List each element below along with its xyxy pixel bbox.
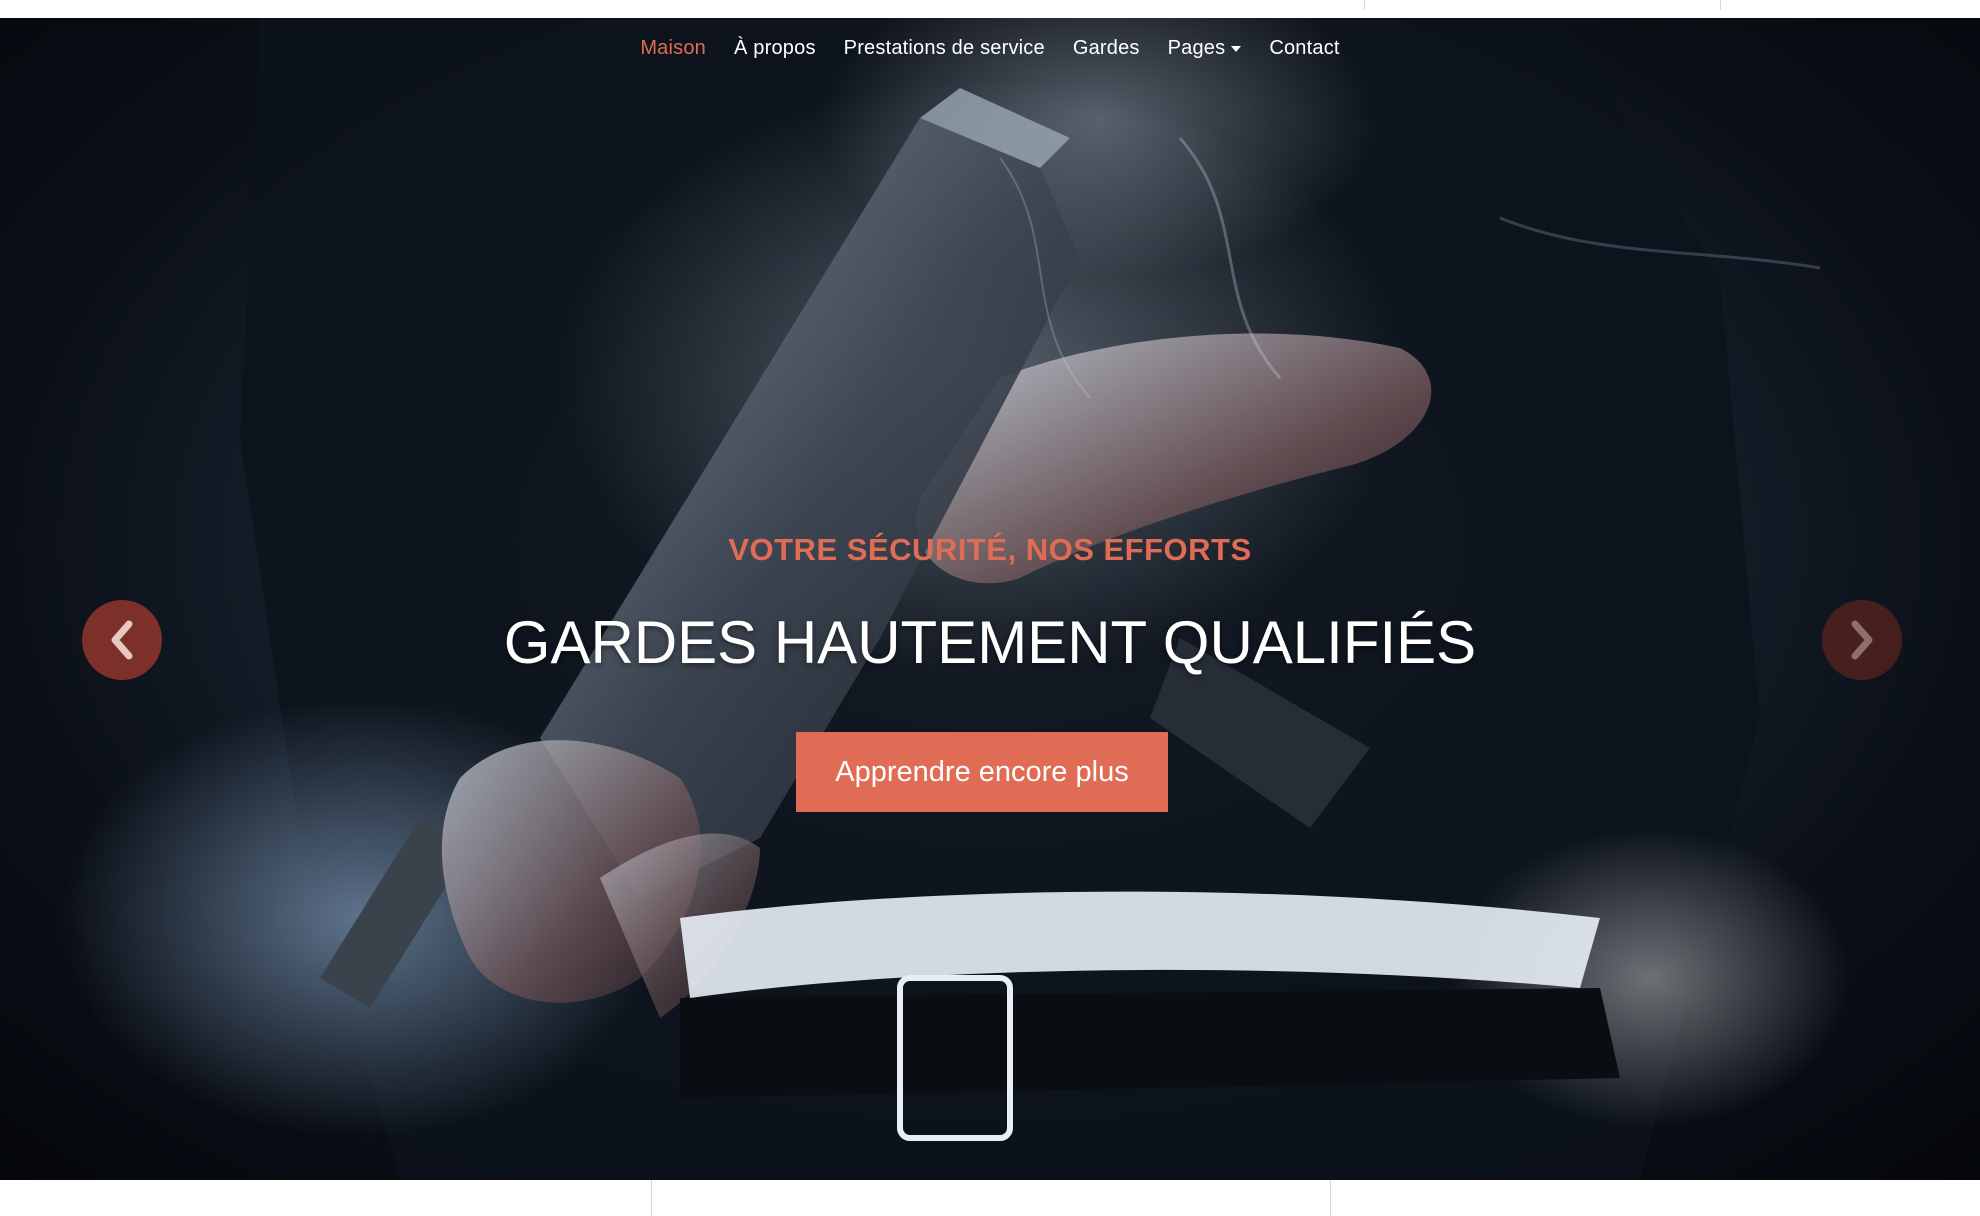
nav-item-prestations[interactable]: Prestations de service — [844, 37, 1045, 60]
nav-item-pages[interactable]: Pages — [1168, 37, 1242, 60]
nav-item-pages-label: Pages — [1167, 36, 1226, 59]
caret-down-icon — [1231, 46, 1242, 52]
nav-item-a-propos[interactable]: À propos — [734, 37, 816, 60]
divider-tick — [1364, 0, 1365, 10]
divider-tick — [1330, 1180, 1331, 1216]
nav-item-gardes[interactable]: Gardes — [1073, 37, 1140, 60]
top-strip — [0, 0, 1980, 18]
divider-tick — [651, 1180, 652, 1216]
hero-caption: VOTRE SÉCURITÉ, NOS EFFORTS GARDES HAUTE… — [0, 18, 1980, 1180]
page: Maison À propos Prestations de service G… — [0, 0, 1980, 1216]
learn-more-button[interactable]: Apprendre encore plus — [796, 732, 1168, 812]
nav-item-contact[interactable]: Contact — [1269, 37, 1339, 60]
hero-carousel: Maison À propos Prestations de service G… — [0, 18, 1980, 1180]
nav-item-maison[interactable]: Maison — [640, 37, 706, 60]
hero-eyebrow: VOTRE SÉCURITÉ, NOS EFFORTS — [728, 532, 1252, 567]
main-navigation: Maison À propos Prestations de service G… — [0, 18, 1980, 78]
hero-headline: GARDES HAUTEMENT QUALIFIÉS — [503, 609, 1477, 676]
divider-tick — [1720, 0, 1721, 10]
